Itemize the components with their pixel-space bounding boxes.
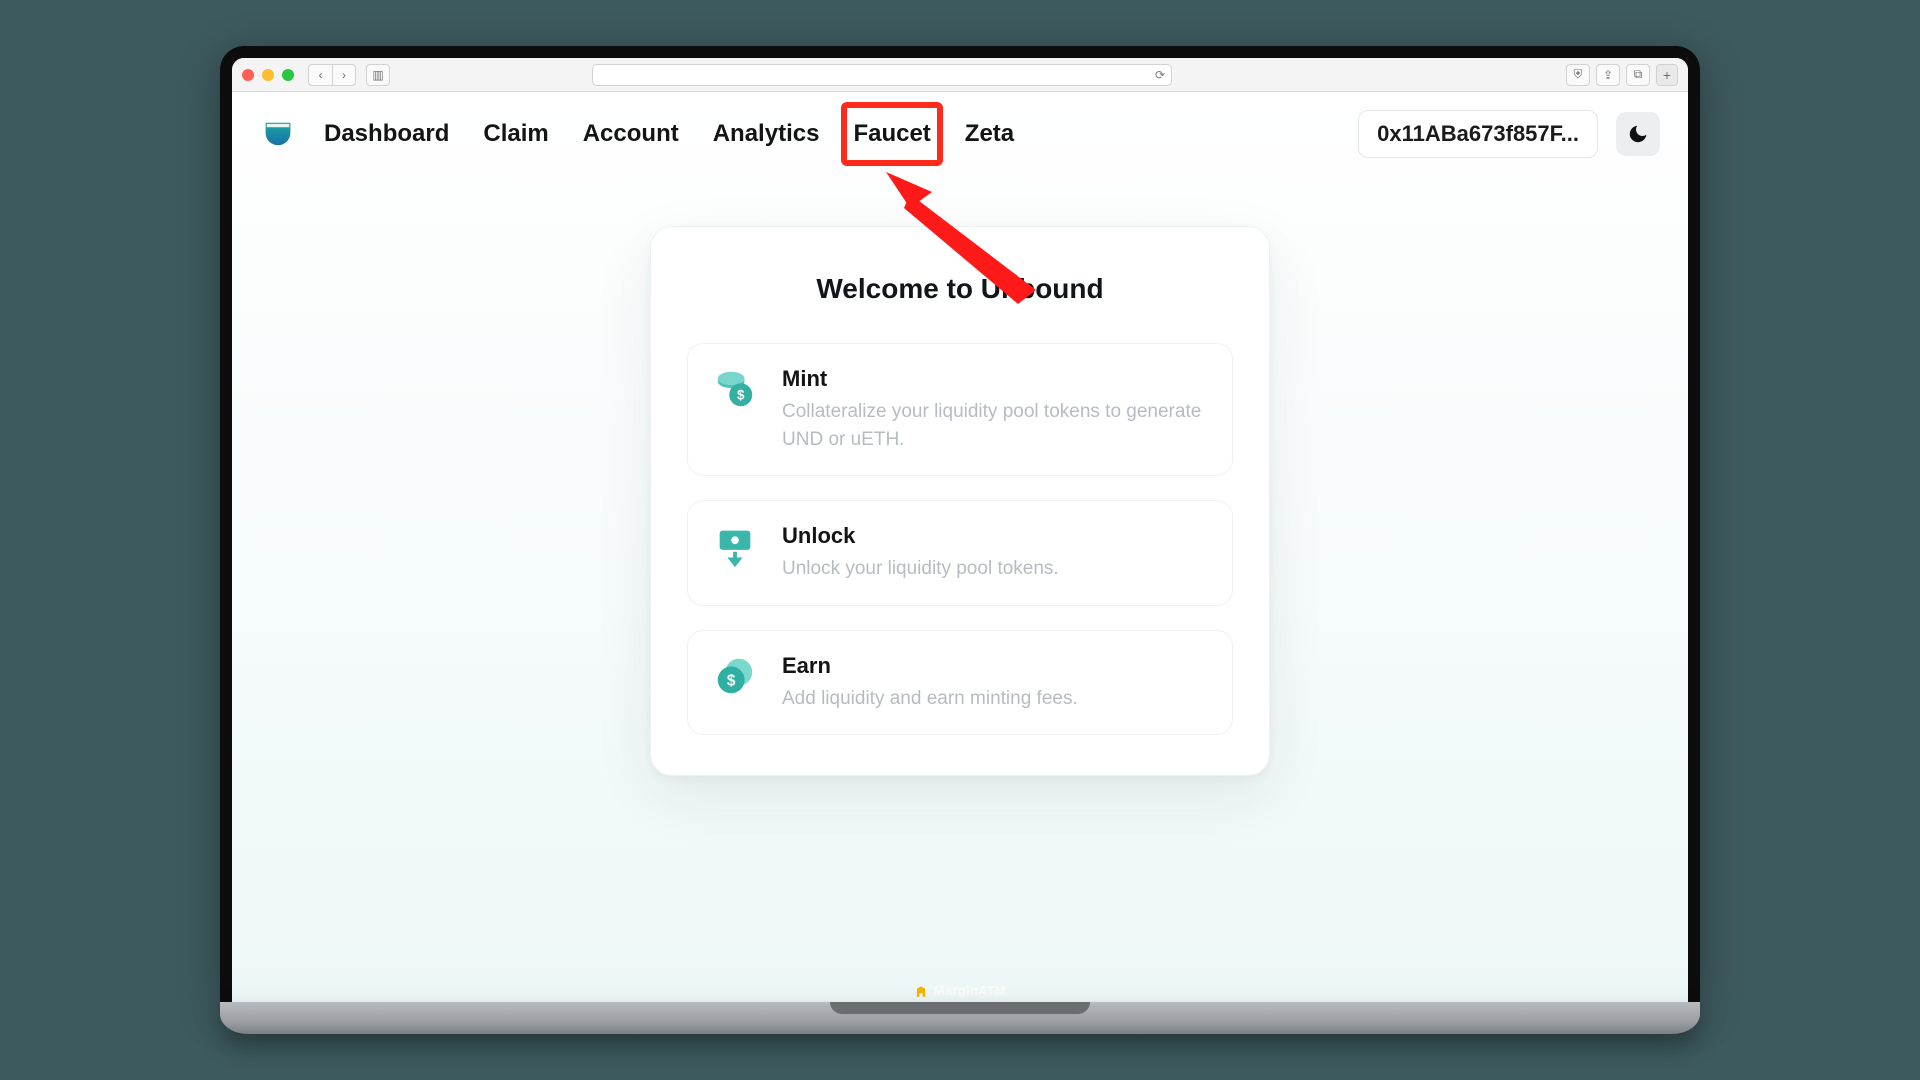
option-mint[interactable]: $ Mint Collateralize your liquidity pool… [687, 343, 1233, 476]
nav-item-claim[interactable]: Claim [483, 114, 548, 154]
mint-icon: $ [712, 366, 758, 412]
close-window-button[interactable] [242, 69, 254, 81]
option-title: Unlock [782, 523, 1208, 549]
chevron-left-icon: ‹ [319, 68, 323, 82]
unbound-logo-icon [260, 116, 296, 152]
address-bar[interactable]: ⟳ [592, 64, 1172, 86]
option-desc: Collateralize your liquidity pool tokens… [782, 398, 1208, 453]
app-header: Dashboard Claim Account Analytics Faucet… [232, 92, 1688, 170]
sidebar-toggle-button[interactable]: ▥ [366, 64, 390, 86]
unlock-icon [712, 523, 758, 569]
svg-text:$: $ [727, 672, 736, 689]
option-unlock[interactable]: Unlock Unlock your liquidity pool tokens… [687, 500, 1233, 606]
option-desc: Unlock your liquidity pool tokens. [782, 555, 1208, 583]
back-button[interactable]: ‹ [308, 64, 332, 86]
nav-item-account[interactable]: Account [583, 114, 679, 154]
nav-item-dashboard[interactable]: Dashboard [324, 114, 449, 154]
shield-button[interactable]: ⛨ [1566, 64, 1590, 86]
share-icon: ⇪ [1603, 68, 1613, 82]
reload-icon[interactable]: ⟳ [1155, 68, 1165, 82]
earn-icon: $ [712, 653, 758, 699]
moon-icon [1627, 123, 1649, 145]
welcome-card: Welcome to Unbound $ Mint [650, 226, 1270, 776]
option-earn[interactable]: $ Earn Add liquidity and earn minting fe… [687, 630, 1233, 736]
minimize-window-button[interactable] [262, 69, 274, 81]
theme-toggle-button[interactable] [1616, 112, 1660, 156]
window-controls [242, 69, 294, 81]
tabs-button[interactable]: ⧉ [1626, 64, 1650, 86]
screen-bezel: ‹ › ▥ ⟳ ⛨ ⇪ [220, 46, 1700, 1002]
card-title: Welcome to Unbound [687, 273, 1233, 305]
history-nav: ‹ › [308, 64, 356, 86]
new-tab-button[interactable]: + [1656, 64, 1678, 86]
share-button[interactable]: ⇪ [1596, 64, 1620, 86]
forward-button[interactable]: › [332, 64, 356, 86]
option-title: Mint [782, 366, 1208, 392]
plus-icon: + [1663, 67, 1671, 83]
browser-chrome: ‹ › ▥ ⟳ ⛨ ⇪ [232, 58, 1688, 92]
page-body: Dashboard Claim Account Analytics Faucet… [232, 92, 1688, 1002]
app-logo[interactable] [260, 116, 296, 152]
option-title: Earn [782, 653, 1208, 679]
option-desc: Add liquidity and earn minting fees. [782, 685, 1208, 713]
wallet-address-button[interactable]: 0x11ABa673f857F... [1358, 110, 1598, 158]
screen: ‹ › ▥ ⟳ ⛨ ⇪ [232, 58, 1688, 1002]
tabs-icon: ⧉ [1634, 67, 1643, 82]
shield-icon: ⛨ [1573, 67, 1582, 82]
chevron-right-icon: › [342, 68, 346, 82]
laptop-frame: ‹ › ▥ ⟳ ⛨ ⇪ [220, 46, 1700, 1034]
nav-item-analytics[interactable]: Analytics [713, 114, 820, 154]
main-nav: Dashboard Claim Account Analytics Faucet… [324, 114, 1014, 154]
nav-item-zeta[interactable]: Zeta [965, 114, 1014, 154]
sidebar-icon: ▥ [372, 68, 383, 82]
nav-item-faucet[interactable]: Faucet [853, 114, 930, 154]
laptop-base [220, 1002, 1700, 1034]
maximize-window-button[interactable] [282, 69, 294, 81]
svg-text:$: $ [737, 388, 745, 403]
